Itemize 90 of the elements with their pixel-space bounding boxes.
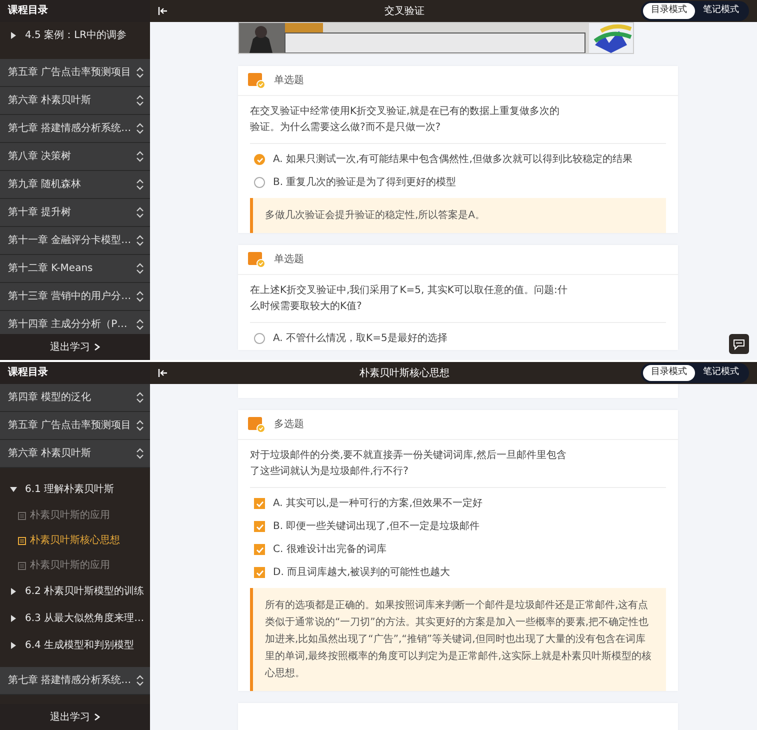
mode-tab[interactable]: 笔记模式 [695, 3, 747, 19]
expand-collapse-icon[interactable] [136, 263, 144, 274]
explanation-text: 所有的选项都是正确的。如果按照词库来判断一个邮件是垃圾邮件还是正常邮件,这有点类似于通常说的“一刀切”的方法。其实更好的方案是加入一些概率的要素,把不确定性也加进来,比如虽然出现了“广告”,“推销”等关键词,但同时也出现了大量的没有包含在词库里的单词,最终按照概率的角度可以判定为是正常邮件,这实际上就是朴素贝叶斯模型的核心思想。 [250, 588, 666, 691]
chapter-item[interactable]: 第六章 朴素贝叶斯 [0, 440, 150, 468]
chapter-item[interactable]: 第十一章 金融评分卡模型… [0, 227, 150, 255]
checkbox[interactable] [254, 567, 265, 578]
expand-collapse-icon[interactable] [136, 179, 144, 190]
chapter-item[interactable]: 第七章 搭建情感分析系统… [0, 115, 150, 143]
section-item[interactable]: 6.3 从最大似然角度来理… [0, 605, 150, 632]
radio-button[interactable] [254, 154, 265, 165]
chapter-item[interactable]: 第十章 提升树 [0, 199, 150, 227]
option-label[interactable]: A. 其实可以,是一种可行的方案,但效果不一定好 [273, 496, 482, 511]
option-label[interactable]: D. 而且词库越大,被误判的可能性也越大 [273, 565, 450, 580]
option-label[interactable]: C. 很难设计出完备的词库 [273, 542, 386, 557]
caret-right-icon [10, 588, 17, 595]
expand-collapse-icon[interactable] [136, 291, 144, 302]
caret-down-icon [10, 486, 17, 493]
chapter-item[interactable]: 第七章 搭建情感分析系统… [0, 667, 150, 695]
quiz-icon [248, 416, 266, 432]
radio-button[interactable] [254, 177, 265, 188]
page-title: 朴素贝叶斯核心思想 [358, 366, 450, 380]
chapter-item[interactable]: 第十二章 K-Means [0, 255, 150, 283]
mode-tab[interactable]: 目录模式 [643, 365, 695, 381]
expand-collapse-icon[interactable] [136, 151, 144, 162]
chapter-item[interactable]: 第五章 广告点击率预测项目 [0, 59, 150, 87]
quiz-icon [248, 252, 266, 268]
question-text: 对于垃圾邮件的分类,要不就直接弄一份关键词词库,然后一旦邮件里包含了这些词就认为是垃圾邮件,行不行? [249, 448, 568, 478]
option-label[interactable]: B. 重复几次的验证是为了得到更好的模型 [273, 175, 456, 190]
caret-right-icon [10, 32, 17, 39]
lesson-item[interactable]: 朴素贝叶斯的应用 [0, 503, 150, 528]
option-label[interactable]: B. 即便一些关键词出现了,但不一定是垃圾邮件 [273, 519, 480, 534]
radio-button[interactable] [254, 333, 265, 344]
chat-icon [733, 338, 745, 350]
checkbox[interactable] [254, 521, 265, 532]
chapter-item[interactable]: 第六章 朴素贝叶斯 [0, 87, 150, 115]
chevron-right-icon [94, 343, 100, 351]
section-item[interactable]: 6.2 朴素贝叶斯模型的训练 [0, 578, 150, 605]
checkmark-icon [255, 568, 265, 578]
chapter-item[interactable]: 第十四章 主成分分析（P… [0, 311, 150, 334]
chat-button[interactable] [729, 334, 749, 354]
chapter-item[interactable]: 第九章 随机森林 [0, 171, 150, 199]
lesson-item[interactable]: 朴素贝叶斯的应用 [0, 553, 150, 578]
section-item[interactable]: 6.1 理解朴素贝叶斯 [0, 476, 150, 503]
expand-collapse-icon[interactable] [136, 67, 144, 78]
page-title: 交叉验证 [384, 4, 426, 18]
chapter-item[interactable]: 第八章 决策树 [0, 143, 150, 171]
exit-button[interactable]: 退出学习 [0, 704, 150, 730]
option-label[interactable]: A. 如果只测试一次,有可能结果中包含偶然性,但做多次就可以得到比较稳定的结果 [273, 152, 632, 167]
question-type: 单选题 [274, 74, 304, 88]
chevron-right-icon [94, 713, 100, 721]
collapse-sidebar-icon[interactable] [158, 368, 168, 378]
expand-collapse-icon[interactable] [136, 448, 144, 459]
lesson-item[interactable]: 朴素贝叶斯核心思想 [0, 528, 150, 553]
quiz-icon [248, 72, 266, 88]
explanation-text: 多做几次验证会提升验证的稳定性,所以答案是A。 [250, 198, 666, 233]
mode-tab[interactable]: 目录模式 [643, 3, 695, 19]
section-item[interactable]: 4.5 案例：LR中的调参 [0, 22, 150, 59]
mode-tab[interactable]: 笔记模式 [695, 365, 747, 381]
chapter-item[interactable]: 第十三章 营销中的用户分… [0, 283, 150, 311]
document-icon [18, 536, 26, 544]
checkmark-icon [255, 155, 265, 165]
expand-collapse-icon[interactable] [136, 675, 144, 686]
expand-collapse-icon[interactable] [136, 319, 144, 330]
section-item[interactable]: 6.4 生成模型和判别模型 [0, 632, 150, 659]
document-icon [18, 512, 26, 520]
question-text: 在上述K折交叉验证中,我们采用了K=5, 其实K可以取任意的值。问题:什么时候需要取较大的K值? [249, 284, 568, 314]
caret-right-icon [10, 615, 17, 622]
checkmark-icon [255, 545, 265, 555]
expand-collapse-icon[interactable] [136, 207, 144, 218]
expand-collapse-icon[interactable] [136, 123, 144, 134]
sidebar-title: 课程目录 [0, 362, 150, 384]
checkbox[interactable] [254, 544, 265, 555]
checkmark-icon [255, 522, 265, 532]
caret-right-icon [10, 642, 17, 649]
expand-collapse-icon[interactable] [136, 95, 144, 106]
expand-collapse-icon[interactable] [136, 420, 144, 431]
expand-collapse-icon[interactable] [136, 235, 144, 246]
checkbox[interactable] [254, 498, 265, 509]
chapter-item[interactable]: 第五章 广告点击率预测项目 [0, 412, 150, 440]
checkmark-icon [255, 499, 265, 509]
chapter-item[interactable]: 第四章 模型的泛化 [0, 384, 150, 412]
collapse-sidebar-icon[interactable] [158, 6, 168, 16]
sidebar-title: 课程目录 [0, 0, 150, 22]
expand-collapse-icon[interactable] [136, 392, 144, 403]
question-type: 多选题 [274, 418, 304, 432]
document-icon [18, 562, 26, 570]
option-label[interactable]: A. 不管什么情况，取K=5是最好的选择 [273, 331, 448, 346]
question-type: 单选题 [274, 252, 304, 267]
exit-button[interactable]: 退出学习 [0, 334, 150, 360]
question-text: 在交叉验证中经常使用K折交叉验证,就是在已有的数据上重复做多次的验证。为什么需要这么做?而不是只做一次? [249, 104, 561, 134]
